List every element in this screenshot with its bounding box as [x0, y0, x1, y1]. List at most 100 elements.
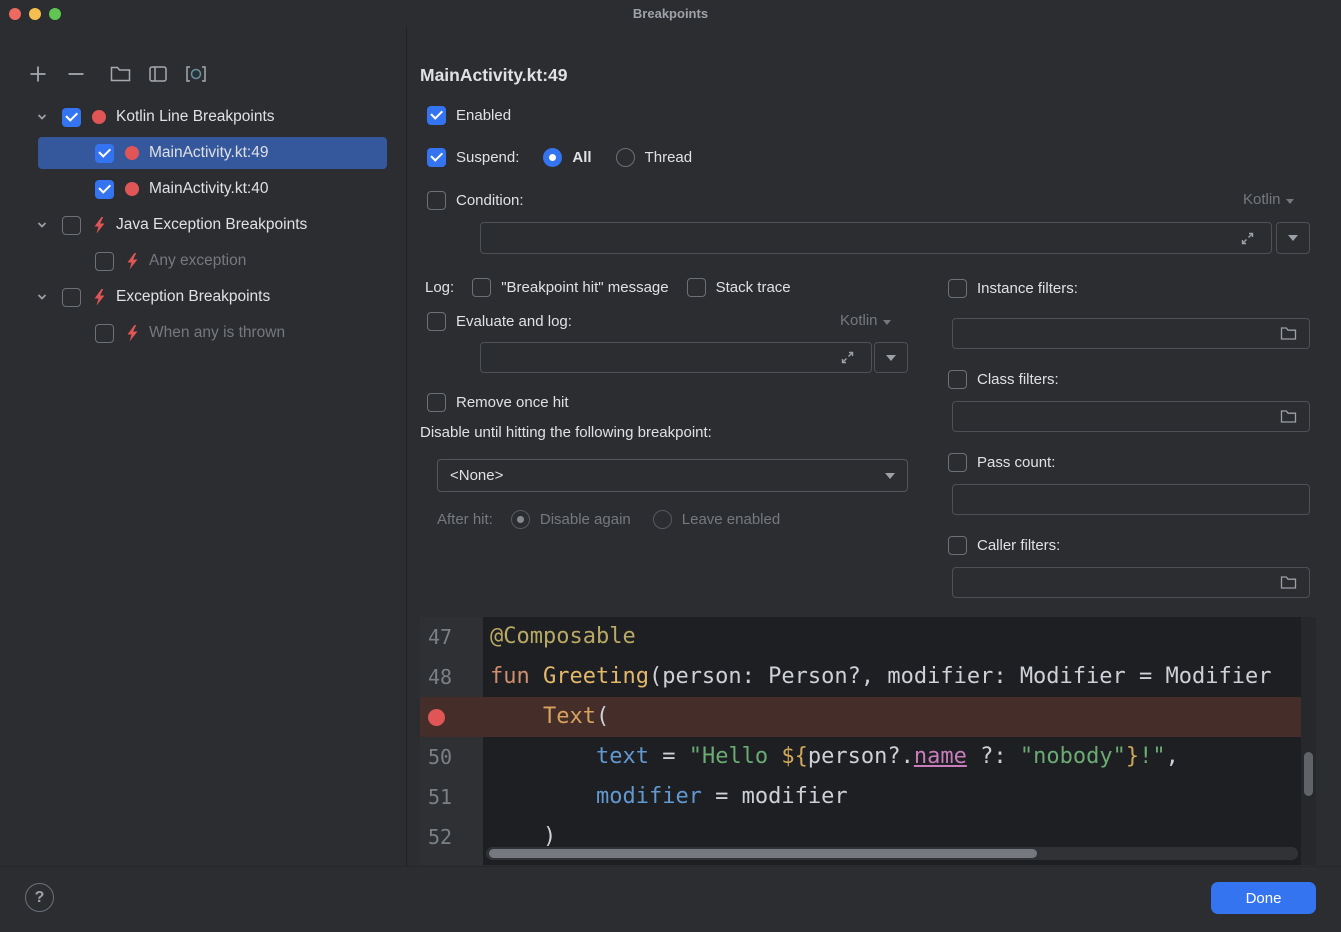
group-checkbox[interactable] — [62, 216, 81, 235]
remove-breakpoint-button[interactable] — [64, 62, 88, 86]
dropdown-arrow-icon — [1288, 235, 1298, 241]
suspend-label: Suspend: — [456, 149, 519, 166]
chevron-down-icon — [1286, 199, 1294, 204]
class-filters-row: Class filters: — [948, 368, 1059, 390]
tree-item-exception-breakpoints[interactable]: Exception Breakpoints — [0, 279, 405, 315]
tree-item-any-exception[interactable]: Any exception — [0, 243, 405, 279]
pass-count-input[interactable] — [952, 484, 1310, 515]
chevron-down-icon[interactable] — [36, 111, 50, 123]
help-button[interactable]: ? — [25, 883, 54, 912]
sidebar-toolbar — [26, 62, 222, 86]
done-button[interactable]: Done — [1211, 882, 1316, 914]
tree-item-label: Kotlin Line Breakpoints — [116, 108, 275, 126]
dialog-footer: ? Done — [0, 866, 1341, 932]
pass-count-checkbox[interactable] — [948, 453, 967, 472]
pass-count-row: Pass count: — [948, 451, 1055, 473]
folder-icon[interactable] — [1280, 409, 1297, 424]
class-filters-label: Class filters: — [977, 371, 1059, 388]
group-breakpoints-button[interactable] — [108, 62, 132, 86]
remove-once-row: Remove once hit — [427, 391, 569, 413]
chevron-down-icon[interactable] — [36, 219, 50, 231]
group-checkbox[interactable] — [62, 288, 81, 307]
tree-item-kotlin-line-breakpoints[interactable]: Kotlin Line Breakpoints — [0, 99, 405, 135]
horizontal-scrollbar-thumb[interactable] — [489, 849, 1037, 858]
evaluate-input[interactable] — [480, 342, 872, 373]
tree-item-label: MainActivity.kt:40 — [149, 180, 268, 198]
chevron-down-icon[interactable] — [36, 291, 50, 303]
gutter-line-number: 48 — [420, 657, 483, 697]
evaluate-label: Evaluate and log: — [456, 313, 572, 330]
expand-editor-icon[interactable] — [840, 350, 855, 365]
breakpoint-checkbox[interactable] — [95, 324, 114, 343]
enabled-checkbox[interactable] — [427, 106, 446, 125]
titlebar: Breakpoints — [0, 0, 1341, 27]
tree-item-mainactivity-49[interactable]: MainActivity.kt:49 — [38, 137, 387, 169]
folder-icon[interactable] — [1280, 326, 1297, 341]
vertical-scrollbar-thumb[interactable] — [1304, 752, 1313, 796]
exception-breakpoint-icon — [92, 217, 107, 234]
caller-filters-input[interactable] — [952, 567, 1310, 598]
gutter-line-number: 51 — [420, 777, 483, 817]
disable-again-radio[interactable] — [511, 510, 530, 529]
evaluate-row: Evaluate and log: — [427, 310, 572, 332]
tree-item-label: MainActivity.kt:49 — [149, 144, 268, 162]
breakpoint-dot-icon[interactable] — [428, 709, 445, 726]
condition-input[interactable] — [480, 222, 1272, 254]
suspend-all-radio[interactable] — [543, 148, 562, 167]
sidebar: Kotlin Line Breakpoints MainActivity.kt:… — [0, 27, 407, 866]
enabled-label: Enabled — [456, 107, 511, 124]
breakpoint-checkbox[interactable] — [95, 180, 114, 199]
stack-trace-checkbox[interactable] — [687, 278, 706, 297]
exception-breakpoint-icon — [125, 253, 140, 270]
breakpoint-detail-title: MainActivity.kt:49 — [420, 65, 568, 86]
tree-item-label: Any exception — [149, 252, 246, 270]
gutter-line-number: 47 — [420, 617, 483, 657]
suspend-thread-radio[interactable] — [616, 148, 635, 167]
line-breakpoint-icon — [92, 110, 106, 124]
group-checkbox[interactable] — [62, 108, 81, 127]
tree-item-label: Java Exception Breakpoints — [116, 216, 307, 234]
condition-language-selector[interactable]: Kotlin — [1243, 191, 1294, 208]
breakpoint-checkbox[interactable] — [95, 252, 114, 271]
locate-breakpoint-button[interactable] — [184, 62, 208, 86]
folder-icon[interactable] — [1280, 575, 1297, 590]
suspend-checkbox[interactable] — [427, 148, 446, 167]
leave-enabled-label: Leave enabled — [682, 511, 780, 528]
tree-item-java-exception-breakpoints[interactable]: Java Exception Breakpoints — [0, 207, 405, 243]
evaluate-checkbox[interactable] — [427, 312, 446, 331]
caller-filters-checkbox[interactable] — [948, 536, 967, 555]
breakpoints-dialog: Breakpoints — [0, 0, 1341, 932]
tree-item-label: Exception Breakpoints — [116, 288, 270, 306]
target-breakpoint-select[interactable]: <None> — [437, 459, 908, 492]
tree-item-when-any-thrown[interactable]: When any is thrown — [0, 315, 405, 351]
instance-filters-label: Instance filters: — [977, 280, 1078, 297]
condition-checkbox[interactable] — [427, 191, 446, 210]
remove-once-checkbox[interactable] — [427, 393, 446, 412]
condition-history-button[interactable] — [1276, 222, 1310, 254]
evaluate-history-button[interactable] — [874, 342, 908, 373]
remove-once-label: Remove once hit — [456, 394, 569, 411]
code-line: modifier = modifier — [483, 777, 1301, 817]
instance-filters-checkbox[interactable] — [948, 279, 967, 298]
code-line: @Composable — [483, 617, 1301, 657]
suspend-row: Suspend: All Thread — [427, 146, 692, 168]
leave-enabled-radio[interactable] — [653, 510, 672, 529]
evaluate-language-selector[interactable]: Kotlin — [840, 312, 891, 329]
class-filters-input[interactable] — [952, 401, 1310, 432]
breakpoint-checkbox[interactable] — [95, 144, 114, 163]
code-line: text = "Hello ${person?.name ?: "nobody"… — [483, 737, 1301, 777]
after-hit-row: After hit: Disable again Leave enabled — [437, 508, 780, 530]
pass-count-label: Pass count: — [977, 454, 1055, 471]
log-message-checkbox[interactable] — [472, 278, 491, 297]
add-breakpoint-button[interactable] — [26, 62, 50, 86]
caller-filters-label: Caller filters: — [977, 537, 1060, 554]
window-title: Breakpoints — [0, 6, 1341, 21]
instance-filters-input[interactable] — [952, 318, 1310, 349]
class-filters-checkbox[interactable] — [948, 370, 967, 389]
group-by-class-button[interactable] — [146, 62, 170, 86]
expand-editor-icon[interactable] — [1240, 231, 1255, 246]
code-horizontal-scrollbar[interactable] — [486, 847, 1298, 860]
code-vertical-scrollbar[interactable] — [1301, 617, 1316, 865]
code-line: fun Greeting(person: Person?, modifier: … — [483, 657, 1301, 697]
tree-item-mainactivity-40[interactable]: MainActivity.kt:40 — [0, 171, 405, 207]
